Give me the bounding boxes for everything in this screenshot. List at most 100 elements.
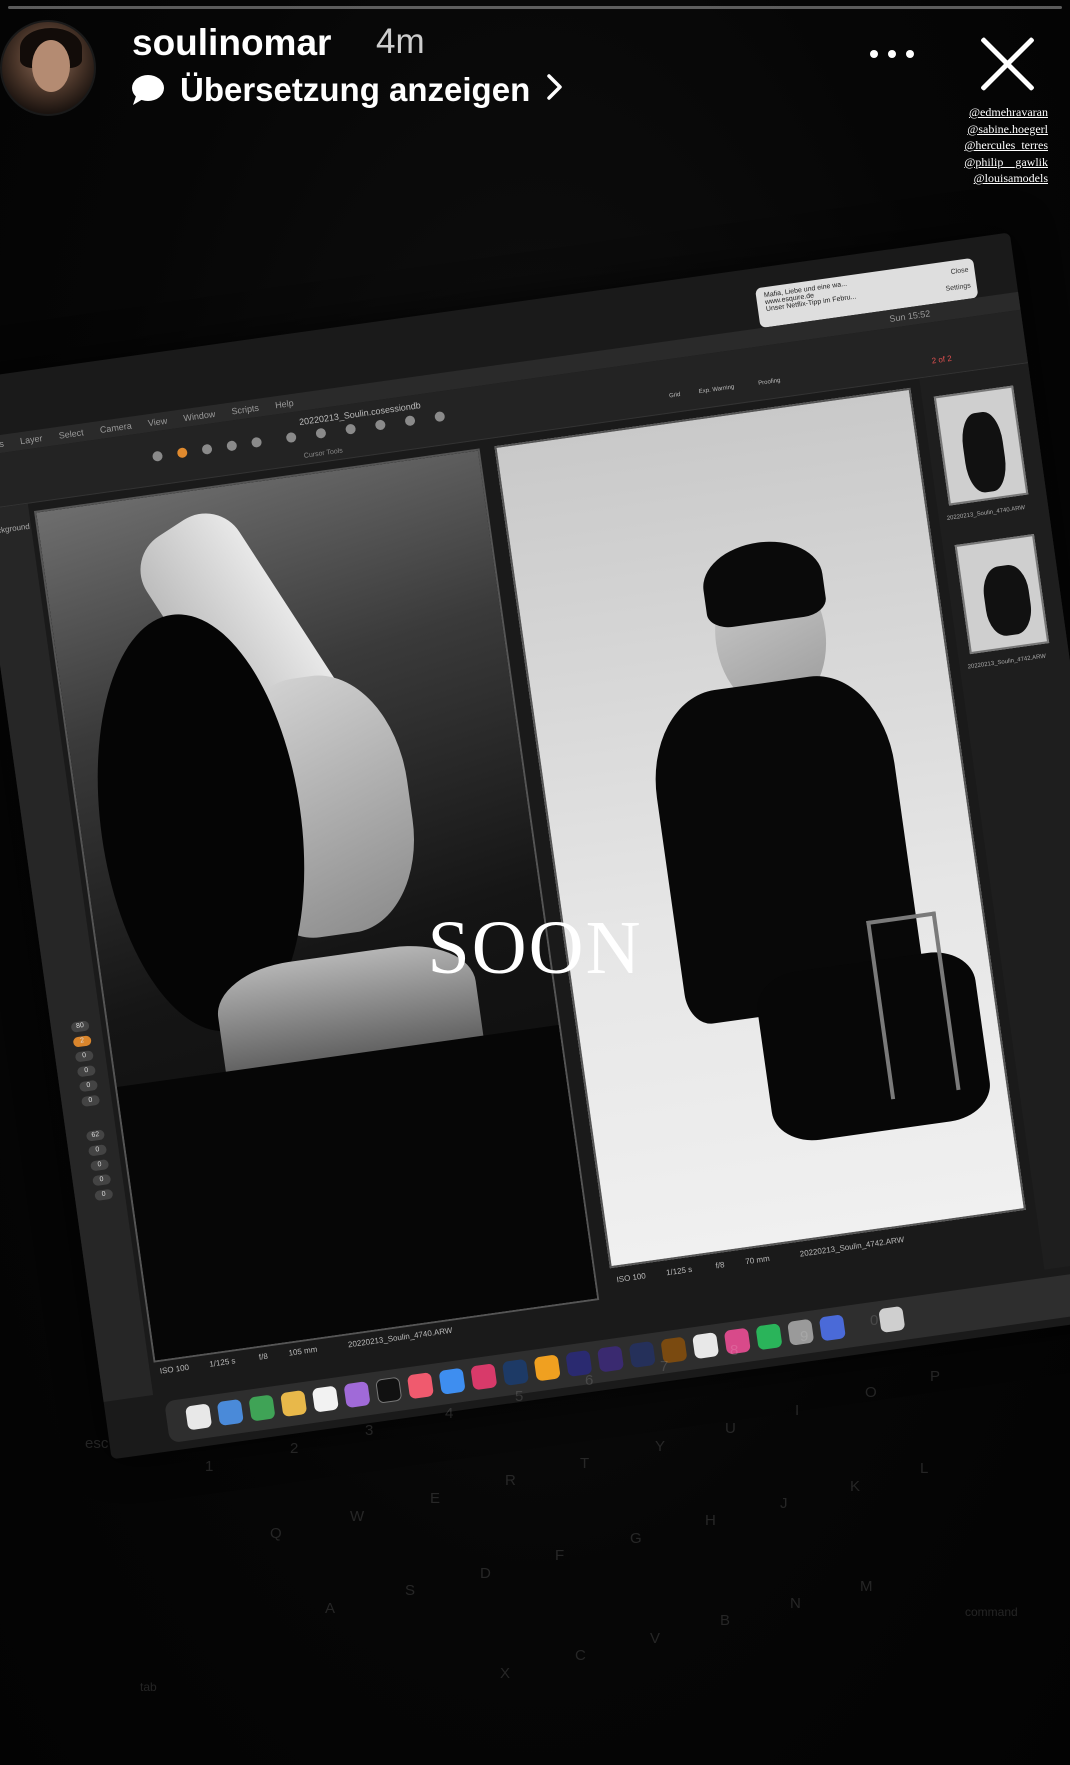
mention-tag[interactable]: @sabine.hoegerl [928, 121, 1048, 138]
key-label: command [965, 1605, 1018, 1619]
key-label: esc [85, 1435, 109, 1452]
onepassword-icon [818, 1314, 846, 1342]
more-options-button[interactable] [862, 38, 922, 68]
right-meta-shutter: 1/125 s [665, 1264, 693, 1278]
key-label: 5 [515, 1388, 524, 1405]
menu-item: Layer [19, 433, 44, 447]
story-progress-bar [8, 6, 1062, 9]
key-label: 8 [730, 1342, 739, 1359]
right-meta-focal: 70 mm [744, 1253, 771, 1267]
tool-icon [201, 443, 213, 455]
layer-label: Background [0, 521, 31, 537]
thumbnail-label: 20220213_Soulin_4742.ARW [967, 653, 1047, 671]
key-label: B [720, 1612, 731, 1629]
key-label: V [650, 1630, 661, 1647]
tool-icon [285, 431, 297, 444]
notification-settings: Settings [945, 282, 972, 293]
panel-value: 0 [92, 1173, 112, 1187]
story-text-overlay: SOON [427, 906, 643, 990]
right-meta-aperture: f/8 [715, 1260, 726, 1271]
thumbnail-label: 20220213_Soulin_4740.ARW [946, 505, 1026, 522]
tool-icon [344, 423, 357, 435]
toolbar-label: Proofing [757, 377, 781, 387]
key-label: M [860, 1578, 873, 1595]
laptop-screen: Mafia, Liebe und eine wa... www.esquire.… [0, 232, 1070, 1469]
key-label: 9 [800, 1328, 809, 1345]
key-label: J [780, 1495, 788, 1512]
key-label: 3 [365, 1422, 374, 1439]
key-label: P [930, 1368, 941, 1385]
post-time: 4m [376, 22, 425, 61]
menu-item: View [147, 415, 168, 429]
key-label: tab [140, 1680, 157, 1694]
spotify-icon [755, 1323, 783, 1351]
panel-value: 0 [76, 1064, 97, 1078]
mention-tag[interactable]: @edmehravaran [928, 104, 1048, 121]
tool-icon [176, 447, 188, 459]
avatar-face [32, 40, 70, 92]
avatar[interactable] [0, 20, 96, 116]
key-label: L [920, 1460, 929, 1477]
key-label: N [790, 1595, 801, 1612]
capture-one-window: Mafia, Liebe und eine wa... www.esquire.… [0, 232, 1070, 1460]
key-label: C [575, 1647, 586, 1664]
tool-icon [374, 419, 386, 431]
toolbar-label: Grid [668, 391, 681, 400]
username[interactable]: soulinomar [132, 22, 331, 64]
panel-value: 2 [72, 1035, 92, 1048]
mention-tag[interactable]: @hercules_terres [928, 137, 1048, 154]
key-label: G [630, 1530, 642, 1547]
key-label: 1 [205, 1458, 214, 1475]
menu-item: Camera [99, 420, 133, 435]
show-translation-button[interactable]: Übersetzung anzeigen [130, 70, 564, 110]
panel-value: 62 [85, 1129, 106, 1142]
key-label: Q [270, 1525, 282, 1542]
panel-value: 0 [78, 1079, 99, 1093]
key-label: H [705, 1512, 716, 1529]
mention-tag[interactable]: @louisamodels [928, 170, 1048, 187]
key-label: F [555, 1547, 565, 1564]
key-label: X [500, 1665, 511, 1682]
more-dots-icon [888, 50, 896, 58]
tool-icon [404, 415, 416, 427]
tool-icon [250, 436, 263, 448]
more-dots-icon [870, 50, 878, 58]
key-label: Y [655, 1438, 666, 1455]
key-label: S [405, 1582, 416, 1599]
thumbnail [933, 385, 1029, 506]
key-label: K [850, 1478, 861, 1495]
key-label: T [580, 1455, 590, 1472]
key-label: W [350, 1508, 365, 1525]
panel-value: 0 [90, 1159, 110, 1172]
menu-item: Help [274, 397, 295, 411]
menu-item: ments [0, 438, 5, 452]
key-label: 4 [445, 1405, 454, 1422]
menu-item: Window [182, 408, 216, 424]
tool-icon [434, 410, 446, 423]
key-label: D [480, 1565, 491, 1582]
toolbar-label: Exp. Warning [698, 384, 735, 396]
menu-item: Select [58, 427, 85, 441]
panel-value: 80 [70, 1020, 90, 1033]
close-button[interactable] [975, 32, 1039, 96]
key-label: I [795, 1402, 800, 1419]
key-label: 7 [660, 1358, 669, 1375]
key-label: 6 [585, 1372, 594, 1389]
tool-icon [315, 427, 327, 439]
panel-value: 0 [94, 1188, 114, 1202]
tool-icon [226, 440, 238, 452]
key-label: O [865, 1384, 877, 1401]
panel-value: 0 [87, 1144, 108, 1157]
key-label: E [430, 1490, 441, 1507]
more-dots-icon [906, 50, 914, 58]
mention-tag[interactable]: @philip__gawlik [928, 154, 1048, 171]
menu-item: Scripts [230, 402, 260, 417]
key-label: 2 [290, 1440, 299, 1457]
key-label: R [505, 1472, 516, 1489]
right-meta-iso: ISO 100 [616, 1271, 647, 1285]
thumbnail [954, 534, 1050, 655]
key-label: 0 [870, 1312, 879, 1329]
tool-icon [151, 450, 164, 462]
speech-bubble-icon [130, 74, 166, 106]
key-label: A [325, 1600, 336, 1617]
